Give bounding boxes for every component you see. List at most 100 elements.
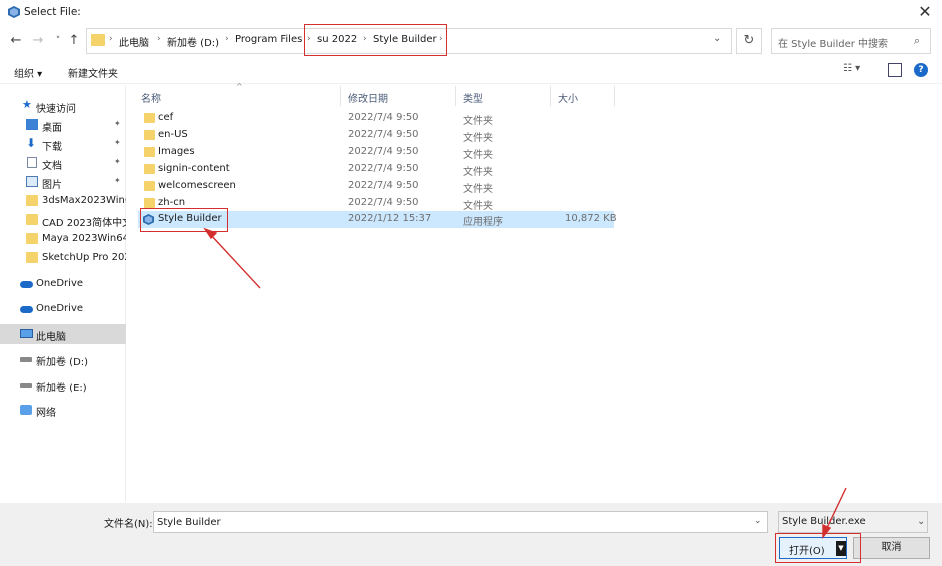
column-header-size[interactable]: 大小: [558, 90, 578, 105]
sidebar-item-drive-e[interactable]: 新加卷 (E:): [0, 375, 126, 395]
file-name: zh-cn: [158, 197, 186, 208]
pin-icon: ✦: [114, 176, 121, 185]
sidebar-item-onedrive[interactable]: OneDrive: [0, 274, 126, 294]
folder-icon: [91, 34, 105, 46]
file-type-filter[interactable]: Style Builder.exe ⌄: [778, 511, 928, 533]
sidebar-item-label: CAD 2023简体中文: [42, 218, 126, 229]
column-header-name[interactable]: 名称: [141, 90, 161, 105]
preview-pane-icon[interactable]: [888, 63, 902, 77]
sidebar-item-documents[interactable]: 文档 ✦: [0, 153, 126, 173]
folder-icon: [144, 113, 155, 123]
filename-label: 文件名(N):: [104, 519, 153, 530]
sidebar-item-onedrive[interactable]: OneDrive: [0, 299, 126, 319]
file-type: 文件夹: [463, 150, 493, 161]
sidebar-item-folder[interactable]: CAD 2023简体中文: [0, 210, 126, 230]
column-divider[interactable]: [550, 86, 551, 106]
column-divider[interactable]: [455, 86, 456, 106]
pin-icon: ✦: [114, 157, 121, 166]
annotation-highlight: [775, 533, 861, 563]
sidebar-item-label: 网络: [36, 408, 56, 419]
organize-button[interactable]: 组织 ▾: [14, 65, 42, 80]
sidebar-item-label: 图片: [42, 180, 62, 191]
file-modified: 2022/7/4 9:50: [348, 197, 419, 208]
file-modified: 2022/7/4 9:50: [348, 163, 419, 174]
file-name: welcomescreen: [158, 180, 236, 191]
pin-icon: ✦: [114, 138, 121, 147]
file-type: 文件夹: [463, 133, 493, 144]
list-item[interactable]: Images 2022/7/4 9:50 文件夹: [138, 144, 614, 161]
search-input[interactable]: 在 Style Builder 中搜索 ⌕: [771, 28, 931, 54]
breadcrumb-this-pc[interactable]: 此电脑: [119, 34, 149, 49]
sidebar-item-folder[interactable]: 3dsMax2023Win6: [0, 191, 126, 211]
folder-icon: [26, 214, 38, 225]
chevron-down-icon: ⌄: [917, 516, 926, 527]
file-type-filter-value: Style Builder.exe: [782, 516, 866, 527]
file-type: 文件夹: [463, 167, 493, 178]
file-name: signin-content: [158, 163, 230, 174]
help-icon[interactable]: ?: [914, 63, 928, 77]
column-divider[interactable]: [614, 86, 615, 106]
toolbar: 组织 ▾ 新建文件夹 ☷ ▾ ?: [0, 58, 942, 84]
close-button[interactable]: ✕: [912, 2, 938, 24]
file-type: 应用程序: [463, 217, 503, 228]
cloud-icon: [20, 306, 33, 313]
up-button[interactable]: ↑: [66, 31, 82, 51]
back-button[interactable]: ←: [8, 31, 24, 51]
file-name: cef: [158, 112, 174, 123]
sidebar-item-quick-access[interactable]: ★ 快速访问: [0, 96, 126, 116]
sidebar-item-folder[interactable]: SketchUp Pro 202: [0, 248, 126, 268]
file-name: Images: [158, 146, 195, 157]
footer-bar: 文件名(N): ⌄ Style Builder.exe ⌄ 打开(O) ▼ 取消: [0, 503, 942, 566]
sidebar-item-this-pc[interactable]: 此电脑: [0, 324, 126, 344]
chevron-down-icon[interactable]: ⌄: [754, 516, 762, 526]
refresh-button[interactable]: ↻: [736, 28, 762, 54]
breadcrumb-separator: ›: [225, 34, 229, 44]
window-title: Select File:: [24, 6, 81, 18]
pin-icon: ✦: [114, 119, 121, 128]
annotation-highlight: [140, 208, 228, 232]
sidebar-item-label: 新加卷 (E:): [36, 383, 87, 394]
search-placeholder: 在 Style Builder 中搜索: [778, 39, 889, 50]
sidebar-item-pictures[interactable]: 图片 ✦: [0, 172, 126, 192]
sidebar-item-label: OneDrive: [36, 303, 84, 314]
sidebar-item-folder[interactable]: Maya 2023Win64I: [0, 229, 126, 249]
breadcrumb-drive-d[interactable]: 新加卷 (D:): [167, 34, 219, 49]
file-size: 10,872 KB: [565, 213, 617, 224]
list-item[interactable]: signin-content 2022/7/4 9:50 文件夹: [138, 161, 614, 178]
sidebar-item-desktop[interactable]: 桌面 ✦: [0, 115, 126, 135]
file-type: 文件夹: [463, 201, 493, 212]
new-folder-button[interactable]: 新建文件夹: [68, 65, 118, 80]
drive-icon: [20, 383, 32, 388]
column-divider[interactable]: [340, 86, 341, 106]
folder-icon: [26, 233, 38, 244]
view-options-icon[interactable]: ☷ ▾: [843, 63, 873, 77]
search-icon[interactable]: ⌕: [914, 34, 920, 48]
list-item[interactable]: en-US 2022/7/4 9:50 文件夹: [138, 127, 614, 144]
sidebar-item-label: 新加卷 (D:): [36, 357, 89, 368]
list-item[interactable]: welcomescreen 2022/7/4 9:50 文件夹: [138, 178, 614, 195]
folder-icon: [144, 164, 155, 174]
drive-icon: [20, 357, 32, 362]
sidebar-item-label: SketchUp Pro 202: [42, 252, 126, 263]
file-type: 文件夹: [463, 116, 493, 127]
download-icon: ⬇: [26, 136, 37, 150]
forward-button[interactable]: →: [30, 31, 46, 51]
breadcrumb-program-files[interactable]: Program Files: [235, 34, 302, 45]
column-header-modified[interactable]: 修改日期: [348, 90, 388, 105]
network-icon: [20, 405, 32, 415]
list-item[interactable]: cef 2022/7/4 9:50 文件夹: [138, 110, 614, 127]
annotation-highlight: [304, 24, 447, 56]
column-header-type[interactable]: 类型: [463, 90, 483, 105]
file-modified: 2022/1/12 15:37: [348, 213, 432, 224]
sidebar-item-network[interactable]: 网络: [0, 400, 126, 420]
cancel-button[interactable]: 取消: [853, 537, 930, 559]
sidebar-item-drive-d[interactable]: 新加卷 (D:): [0, 349, 126, 369]
file-type: 文件夹: [463, 184, 493, 195]
sidebar-item-downloads[interactable]: ⬇ 下载 ✦: [0, 134, 126, 154]
filename-input[interactable]: [153, 511, 768, 533]
sidebar-item-label: 3dsMax2023Win6: [42, 195, 126, 206]
recent-locations-button[interactable]: ˅: [50, 31, 66, 51]
chevron-down-icon[interactable]: ⌄: [713, 33, 721, 44]
file-modified: 2022/7/4 9:50: [348, 180, 419, 191]
sidebar-item-label: 此电脑: [36, 332, 66, 343]
